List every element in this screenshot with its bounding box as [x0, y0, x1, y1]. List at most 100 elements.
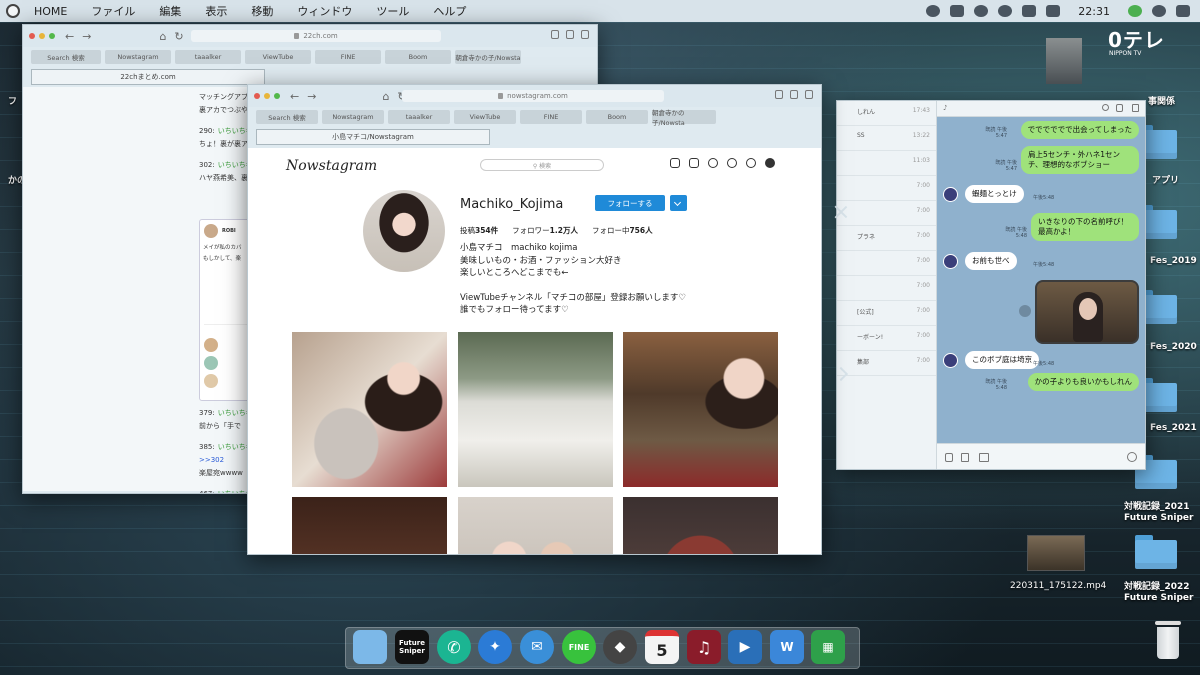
- notes-icon[interactable]: [1046, 5, 1061, 17]
- forward-arrow-icon[interactable]: →: [82, 30, 91, 43]
- user-icon[interactable]: [1152, 5, 1166, 17]
- search-icon[interactable]: [1102, 104, 1109, 111]
- chat-bubble[interactable]: いきなりの下の名前呼び！最高かよ！: [1031, 213, 1139, 241]
- minimize-window-icon[interactable]: [39, 33, 45, 39]
- close-window-icon[interactable]: [29, 33, 35, 39]
- chat-input-bar[interactable]: [937, 443, 1145, 469]
- suggestions-dropdown-button[interactable]: [670, 195, 687, 211]
- profile-avatar[interactable]: [363, 190, 445, 272]
- dock-phone-icon[interactable]: ✆: [437, 630, 471, 664]
- display-icon[interactable]: [950, 5, 965, 17]
- tab-search[interactable]: Search 検索: [256, 110, 318, 124]
- share-icon[interactable]: [1019, 305, 1031, 317]
- avatar[interactable]: [943, 254, 958, 269]
- chat-bubble[interactable]: お前も世べ: [965, 252, 1017, 270]
- chat-list-item[interactable]: 集部 7:00: [837, 351, 936, 376]
- chat-bubble[interactable]: 蝦麺とっとけ: [965, 185, 1024, 203]
- folder-label-sniper2022[interactable]: 対戦記録_2022: [1124, 582, 1190, 593]
- menu-icon[interactable]: [805, 90, 813, 99]
- chat-window[interactable]: しれん 17:43 SS 13:22 11:03 7:00 7:00 プラネ 7:00 7:00 7…: [836, 100, 1146, 470]
- back-arrow-icon[interactable]: ←: [290, 90, 299, 103]
- address-bar[interactable]: 22ch.com: [191, 30, 441, 42]
- tab-nowstagram[interactable]: Nowstagram: [322, 110, 384, 124]
- trash-icon[interactable]: [1152, 621, 1184, 663]
- avatar[interactable]: [943, 353, 958, 368]
- menu-help[interactable]: ヘルプ: [433, 3, 466, 19]
- bookmark-icon[interactable]: [775, 90, 783, 99]
- profile-icon[interactable]: [765, 158, 775, 168]
- menu-list-icon[interactable]: [1176, 5, 1190, 17]
- explore-icon[interactable]: [727, 158, 737, 168]
- close-icon[interactable]: [832, 204, 850, 222]
- chat-bubble[interactable]: でででででで出会ってしまった: [1020, 121, 1139, 139]
- dock-document-icon[interactable]: W: [770, 630, 804, 664]
- folder-label-sniper2021-sub[interactable]: Future Sniper: [1124, 513, 1193, 524]
- home-icon[interactable]: [670, 158, 680, 168]
- followers-stat[interactable]: フォロワー1.2万人: [512, 225, 578, 236]
- tab-boom[interactable]: Boom: [385, 50, 451, 64]
- dock-compass-icon[interactable]: ✦: [478, 630, 512, 664]
- dock-video-camera-icon[interactable]: ▶: [728, 630, 762, 664]
- dock-finder-folder-icon[interactable]: [353, 630, 387, 664]
- record-icon[interactable]: [926, 5, 941, 17]
- call-icon[interactable]: [1116, 104, 1123, 112]
- chat-list-item[interactable]: SS 13:22: [837, 126, 936, 151]
- chat-list-item[interactable]: 7:00: [837, 201, 936, 226]
- new-post-icon[interactable]: [708, 158, 718, 168]
- tab-nowstagram[interactable]: Nowstagram: [105, 50, 171, 64]
- post-number[interactable]: 385:: [199, 443, 215, 451]
- tab-boom[interactable]: Boom: [586, 110, 648, 124]
- heart-icon[interactable]: [746, 158, 756, 168]
- chat-bubble[interactable]: 肩上5センチ・外ハネ1センチ、理想的なボブショー: [1021, 146, 1139, 174]
- home-icon[interactable]: ⌂: [159, 30, 166, 43]
- zoom-window-icon[interactable]: [274, 93, 280, 99]
- bookmark-icon[interactable]: [961, 453, 969, 462]
- menu-edit[interactable]: 編集: [159, 3, 181, 19]
- chat-list-item[interactable]: 7:00: [837, 251, 936, 276]
- chat-list-item[interactable]: プラネ 7:00: [837, 226, 936, 251]
- tab-taaalker[interactable]: taaalker: [388, 110, 450, 124]
- post-thumbnail[interactable]: [623, 332, 778, 487]
- home-icon[interactable]: ⌂: [382, 90, 389, 103]
- folder-label-fes2020[interactable]: Fes_2020: [1150, 342, 1197, 353]
- post-number[interactable]: 290:: [199, 127, 215, 135]
- settings-icon[interactable]: [790, 90, 798, 99]
- back-arrow-icon[interactable]: ←: [65, 30, 74, 43]
- note-icon[interactable]: [1132, 104, 1139, 112]
- chat-list-item[interactable]: ーボーン! 7:00: [837, 326, 936, 351]
- wifi-icon[interactable]: [998, 5, 1013, 17]
- folder-label-fes2021[interactable]: Fes_2021: [1150, 423, 1197, 434]
- video-file-thumbnail[interactable]: [1027, 535, 1085, 571]
- forward-arrow-icon[interactable]: →: [307, 90, 316, 103]
- video-file-label[interactable]: 220311_175122.mp4: [1010, 581, 1106, 592]
- dock-fine-icon[interactable]: FINE: [562, 630, 596, 664]
- folder-label-sniper2021[interactable]: 対戦記録_2021: [1124, 502, 1190, 513]
- menu-view[interactable]: 表示: [205, 3, 227, 19]
- following-stat[interactable]: フォロー中756人: [592, 225, 653, 236]
- post-thumbnail[interactable]: [458, 332, 613, 487]
- battery-icon[interactable]: [1022, 5, 1037, 17]
- post-thumbnail[interactable]: [623, 497, 778, 554]
- page-tab[interactable]: 22chまとめ.com: [31, 69, 265, 85]
- post-number[interactable]: 302:: [199, 161, 215, 169]
- cloud-icon[interactable]: [974, 5, 989, 17]
- address-bar[interactable]: nowstagram.com: [402, 90, 664, 102]
- titlebar[interactable]: ← → ⌂ ↻ nowstagram.com: [248, 85, 821, 107]
- chat-list-item[interactable]: 7:00: [837, 176, 936, 201]
- dock-spreadsheet-icon[interactable]: ▦: [811, 630, 845, 664]
- tab-fine[interactable]: FINE: [520, 110, 582, 124]
- post-number[interactable]: 379:: [199, 409, 215, 417]
- tab-viewtube[interactable]: ViewTube: [245, 50, 311, 64]
- zoom-window-icon[interactable]: [49, 33, 55, 39]
- tab-kanoko[interactable]: 朝倉寺かの子/Nowsta: [652, 109, 716, 127]
- dock-mail-icon[interactable]: ✉: [520, 630, 554, 664]
- close-window-icon[interactable]: [254, 93, 260, 99]
- chat-list-item[interactable]: 7:00: [837, 276, 936, 301]
- dock-music-icon[interactable]: ♫: [687, 630, 721, 664]
- folder-icon[interactable]: [1135, 535, 1177, 569]
- avatar[interactable]: [943, 187, 958, 202]
- tab-search[interactable]: Search 検索: [31, 50, 101, 64]
- dock-photo-icon[interactable]: ◆: [603, 630, 637, 664]
- chat-bubble[interactable]: かの子よりも良いかもしれん: [1027, 373, 1139, 391]
- messages-icon[interactable]: [689, 158, 699, 168]
